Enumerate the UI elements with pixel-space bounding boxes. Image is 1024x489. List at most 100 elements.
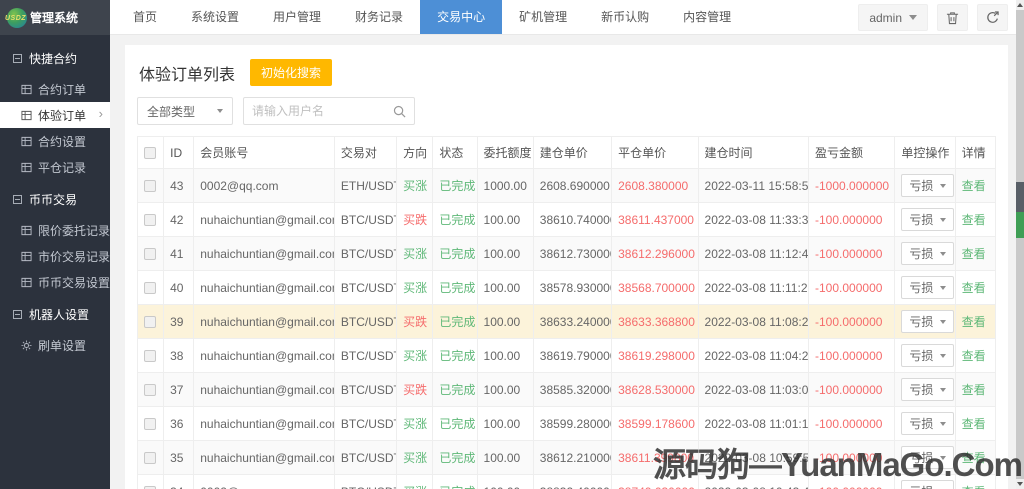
view-link[interactable]: 查看 xyxy=(962,451,986,465)
status-label: 已完成 xyxy=(439,213,476,227)
scrollbar-thumb[interactable] xyxy=(1016,182,1024,212)
collapse-minus-icon xyxy=(13,310,22,319)
scroll-down-arrow-icon[interactable] xyxy=(1016,479,1024,489)
control-select[interactable]: 亏损 xyxy=(901,446,955,469)
cell-direction: 买涨 xyxy=(396,440,434,475)
reset-search-button[interactable]: 初始化搜索 xyxy=(250,59,333,86)
view-link[interactable]: 查看 xyxy=(962,281,986,295)
view-link[interactable]: 查看 xyxy=(962,213,986,227)
scroll-up-arrow-icon[interactable] xyxy=(1016,0,1024,10)
cell-profit: -100.000000 xyxy=(808,406,896,441)
row-checkbox[interactable] xyxy=(144,384,156,397)
cell-id: 41 xyxy=(163,236,195,271)
sidebar-section-quick-contract[interactable]: 快捷合约 xyxy=(0,39,110,76)
sidebar-item[interactable]: 币币交易设置 › xyxy=(0,269,110,295)
row-checkbox[interactable] xyxy=(144,248,156,261)
cell-open-price: 38832.400000 xyxy=(532,474,613,489)
refresh-button[interactable] xyxy=(977,4,1008,31)
sidebar-item[interactable]: 刷单设置 › xyxy=(0,332,110,358)
cell-status: 已完成 xyxy=(432,440,478,475)
sidebar-section-robot[interactable]: 机器人设置 xyxy=(0,295,110,332)
control-select[interactable]: 亏损 xyxy=(901,310,955,333)
cell-direction: 买涨 xyxy=(396,270,434,305)
cell-direction: 买涨 xyxy=(396,406,434,441)
cell-open-time: 2022-03-08 11:04:22 xyxy=(697,338,810,373)
cell-direction: 买跌 xyxy=(396,372,434,407)
cell-amount: 100.00 xyxy=(476,372,534,407)
direction-label: 买涨 xyxy=(403,451,428,465)
nav-item[interactable]: 新币认购 xyxy=(584,0,666,34)
view-link[interactable]: 查看 xyxy=(962,349,986,363)
column-header: 委托额度 xyxy=(476,136,534,169)
view-link[interactable]: 查看 xyxy=(962,247,986,261)
control-select[interactable]: 亏损 xyxy=(901,242,955,265)
row-checkbox[interactable] xyxy=(144,316,156,329)
control-select[interactable]: 亏损 xyxy=(901,276,955,299)
status-label: 已完成 xyxy=(439,349,476,363)
username-search-input[interactable] xyxy=(244,104,393,118)
row-checkbox[interactable] xyxy=(144,452,156,465)
nav-item[interactable]: 用户管理 xyxy=(256,0,338,34)
sidebar-item[interactable]: 合约订单 › xyxy=(0,76,110,102)
table-row: 36 nuhaichuntian@gmail.com BTC/USDT 买涨 已… xyxy=(136,406,997,441)
direction-label: 买涨 xyxy=(403,281,428,295)
cell-status: 已完成 xyxy=(432,372,478,407)
direction-label: 买跌 xyxy=(403,383,428,397)
user-dropdown[interactable]: admin xyxy=(858,4,928,31)
cell-control: 亏损 xyxy=(894,168,956,203)
view-link[interactable]: 查看 xyxy=(962,383,986,397)
control-select[interactable]: 亏损 xyxy=(901,378,955,401)
row-checkbox[interactable] xyxy=(144,418,156,431)
vertical-scrollbar[interactable] xyxy=(1016,0,1024,489)
type-filter-select[interactable]: 全部类型 xyxy=(137,97,233,125)
cell-checkbox xyxy=(136,304,165,339)
chevron-down-icon xyxy=(909,15,917,20)
sidebar-item[interactable]: 市价交易记录 › xyxy=(0,243,110,269)
sidebar-item[interactable]: 体验订单 › xyxy=(0,102,110,128)
sidebar-item[interactable]: 限价委托记录 › xyxy=(0,217,110,243)
view-link[interactable]: 查看 xyxy=(962,179,986,193)
chevron-down-icon xyxy=(940,217,947,222)
chevron-down-icon xyxy=(940,353,947,358)
select-all-checkbox[interactable] xyxy=(144,147,156,160)
trash-button[interactable] xyxy=(937,4,968,31)
cell-profit: -100.000000 xyxy=(808,304,896,339)
control-select[interactable]: 亏损 xyxy=(901,412,955,435)
row-checkbox[interactable] xyxy=(144,282,156,295)
control-select[interactable]: 亏损 xyxy=(901,344,955,367)
main-content: 体验订单列表 初始化搜索 全部类型 请输入用户名 ID 会员账号 交易对 方向 … xyxy=(110,35,1016,489)
scrollbar-thumb-green[interactable] xyxy=(1016,212,1024,238)
control-select[interactable]: 亏损 xyxy=(901,480,955,489)
cell-checkbox xyxy=(136,168,165,203)
nav-item[interactable]: 首页 xyxy=(116,0,174,34)
cell-control: 亏损 xyxy=(894,372,956,407)
logo-text: USDZ xyxy=(5,14,27,22)
cell-status: 已完成 xyxy=(432,236,478,271)
nav-item[interactable]: 系统设置 xyxy=(174,0,256,34)
cell-account: nuhaichuntian@gmail.com xyxy=(193,372,335,407)
sidebar: 快捷合约 合约订单 › 体验订单 › xyxy=(0,35,110,489)
search-icon[interactable] xyxy=(393,105,414,118)
row-checkbox[interactable] xyxy=(144,350,156,363)
control-select[interactable]: 亏损 xyxy=(901,208,955,231)
section-title: 机器人设置 xyxy=(29,308,90,322)
row-checkbox[interactable] xyxy=(144,214,156,227)
nav-item[interactable]: 矿机管理 xyxy=(502,0,584,34)
cell-id: 43 xyxy=(163,168,195,203)
view-link[interactable]: 查看 xyxy=(962,315,986,329)
gear-icon xyxy=(21,277,32,288)
row-checkbox[interactable] xyxy=(144,180,156,193)
table-row: 41 nuhaichuntian@gmail.com BTC/USDT 买涨 已… xyxy=(136,236,997,271)
nav-item[interactable]: 内容管理 xyxy=(666,0,748,34)
nav-item[interactable]: 交易中心 xyxy=(420,0,503,34)
sidebar-item[interactable]: 合约设置 › xyxy=(0,128,110,154)
direction-label: 买涨 xyxy=(403,485,427,489)
sidebar-item[interactable]: 平仓记录 › xyxy=(0,154,110,180)
view-link[interactable]: 查看 xyxy=(962,485,986,489)
nav-item[interactable]: 财务记录 xyxy=(338,0,420,34)
username-label: admin xyxy=(869,10,902,25)
control-label: 亏损 xyxy=(909,483,933,489)
view-link[interactable]: 查看 xyxy=(962,417,986,431)
control-select[interactable]: 亏损 xyxy=(901,174,955,197)
sidebar-section-coin-trade[interactable]: 币币交易 xyxy=(0,180,110,217)
